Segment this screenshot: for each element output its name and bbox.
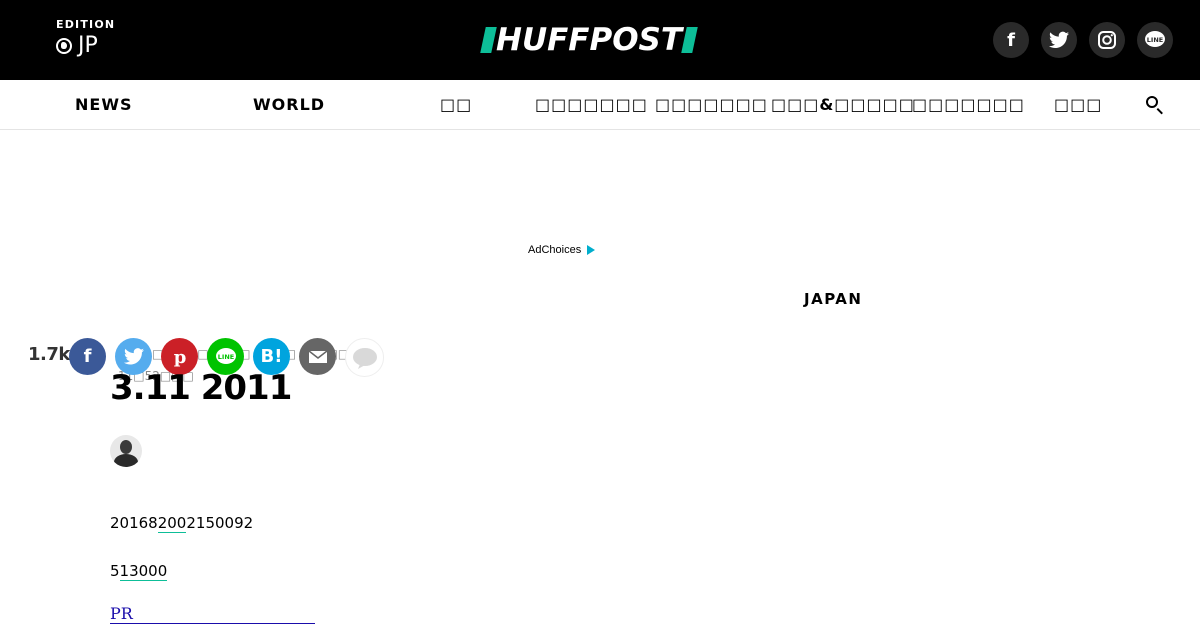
pr-link[interactable]: PR — [110, 604, 315, 624]
line-icon[interactable]: LINE — [1137, 22, 1173, 58]
article-paragraph-1: 201682002150092 — [110, 514, 254, 533]
edition-label: EDITION — [56, 18, 116, 31]
nav-item-5[interactable]: □□□□□□□ — [655, 95, 768, 114]
article-title: 3.11 2011 — [110, 368, 292, 408]
huffpost-logo[interactable]: HUFFPOST — [480, 22, 698, 58]
author-avatar[interactable] — [110, 435, 142, 467]
paragraph-2-link[interactable]: 13000 — [119, 562, 168, 581]
logo-right-bar — [681, 27, 698, 53]
nav-item-world[interactable]: WORLD — [253, 95, 325, 114]
paragraph-1-text-b: 2150092 — [186, 514, 254, 532]
search-icon[interactable] — [1146, 96, 1158, 108]
facebook-icon[interactable]: f — [993, 22, 1029, 58]
logo-text: HUFFPOST — [496, 22, 683, 58]
svg-text:p: p — [173, 347, 186, 367]
share-facebook-icon[interactable]: f — [69, 338, 106, 375]
logo-left-bar — [480, 27, 497, 53]
avatar-body — [114, 454, 138, 467]
svg-text:LINE: LINE — [217, 353, 233, 361]
adchoices-icon — [587, 245, 596, 255]
avatar-head — [120, 440, 132, 454]
edition-selector[interactable]: EDITION JP — [56, 18, 115, 58]
paragraph-2-text-a: 5 — [110, 562, 120, 580]
instagram-icon[interactable] — [1089, 22, 1125, 58]
main-nav: NEWS WORLD □□ □□□□□□□ □□□□□□□ □□□&□□□□□ … — [0, 80, 1200, 130]
paragraph-1-link[interactable]: 200 — [157, 514, 187, 533]
share-mail-icon[interactable] — [299, 338, 336, 375]
nav-item-4[interactable]: □□□□□□□ — [535, 95, 648, 114]
globe-icon — [56, 37, 72, 54]
section-label[interactable]: JAPAN — [804, 290, 862, 308]
top-header: EDITION JP HUFFPOST f LINE — [0, 0, 1200, 80]
share-count: 1.7k — [28, 344, 70, 365]
nav-item-6[interactable]: □□□&□□□□□ — [771, 95, 915, 114]
svg-text:LINE: LINE — [1147, 36, 1163, 44]
adchoices-link[interactable]: AdChoices — [528, 244, 596, 256]
share-comment-icon[interactable] — [345, 338, 384, 377]
header-socials: f LINE — [993, 22, 1173, 58]
twitter-icon[interactable] — [1041, 22, 1077, 58]
nav-item-7[interactable]: □□□□□□□ — [912, 95, 1025, 114]
nav-item-news[interactable]: NEWS — [75, 95, 133, 114]
adchoices-label: AdChoices — [528, 244, 582, 256]
edition-code: JP — [78, 33, 98, 58]
nav-item-3[interactable]: □□ — [440, 95, 472, 114]
paragraph-1-text-a: 20168 — [110, 514, 158, 532]
article-paragraph-2: 513000 — [110, 562, 168, 581]
nav-item-8[interactable]: □□□ — [1054, 95, 1102, 114]
